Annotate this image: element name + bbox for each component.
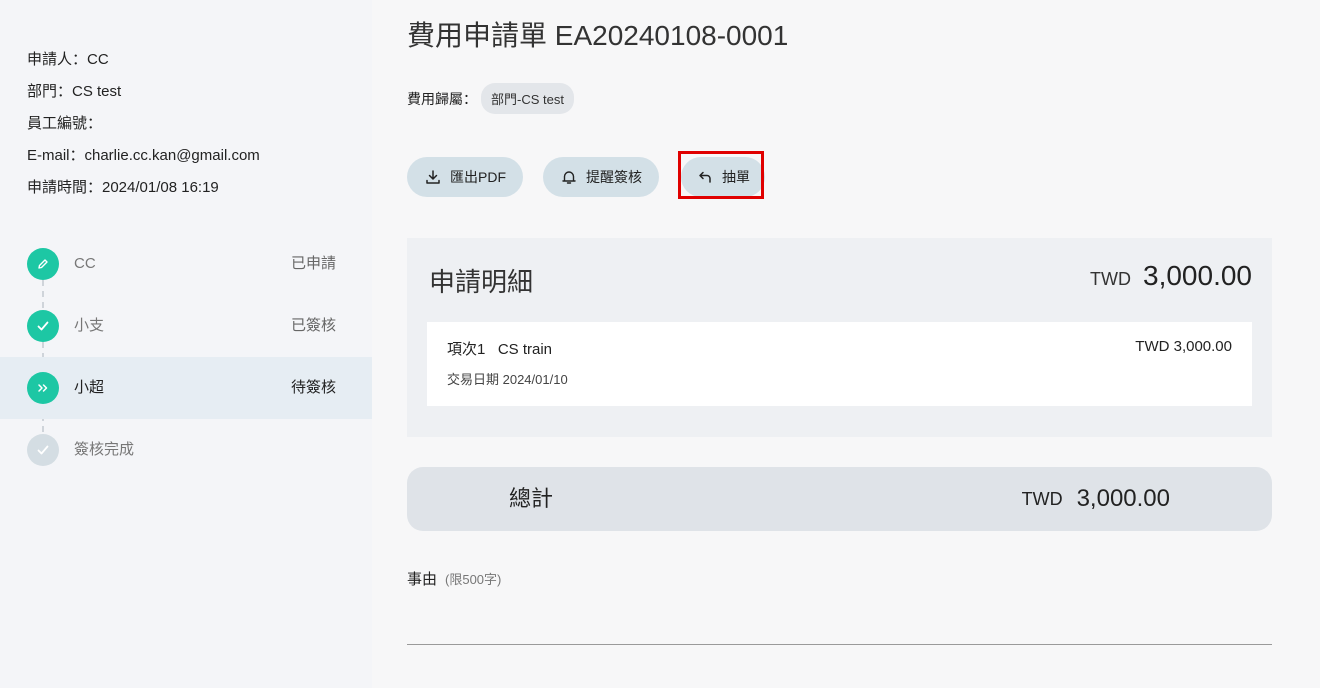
- belong-label: 費用歸屬：: [407, 90, 477, 107]
- item-date: 交易日期 2024/01/10: [447, 372, 568, 387]
- reason-label: 事由: [407, 571, 438, 588]
- detail-title: 申請明細: [429, 267, 534, 297]
- total-amount: 3,000.00: [1076, 485, 1170, 512]
- check-icon: [27, 310, 59, 342]
- detail-total: TWD 3,000.00: [1090, 260, 1252, 292]
- step-pending-current: 小超 待簽核: [0, 357, 372, 419]
- item-name: 項次1 CS train: [447, 341, 553, 358]
- total-label: 總計: [509, 486, 554, 511]
- reason-limit: (限500字): [445, 572, 502, 587]
- export-pdf-label: 匯出PDF: [450, 169, 506, 185]
- step-name: 小超: [74, 379, 105, 396]
- detail-currency: TWD: [1090, 269, 1131, 289]
- reason-field-label: 事由 (限500字): [407, 568, 501, 589]
- step-complete: 簽核完成: [0, 419, 372, 481]
- step-name: 小支: [74, 317, 105, 334]
- pencil-icon: [27, 248, 59, 280]
- step-applied: CC 已申請: [0, 233, 372, 295]
- total-value: TWD 3,000.00: [1022, 467, 1170, 531]
- step-name: 簽核完成: [74, 441, 135, 458]
- step-status: 待簽核: [290, 379, 336, 396]
- belong-chip: 部門-CS test: [481, 83, 574, 114]
- export-pdf-button[interactable]: 匯出PDF: [407, 157, 523, 197]
- applicant-employee-no: 員工編號：: [27, 115, 103, 132]
- remind-label: 提醒簽核: [586, 169, 642, 185]
- check-icon: [27, 434, 59, 466]
- step-status: 已簽核: [290, 317, 336, 334]
- total-bar: 總計 TWD 3,000.00: [407, 467, 1272, 531]
- main-content: 費用申請單 EA20240108-0001 費用歸屬： 部門-CS test 匯…: [372, 0, 1320, 688]
- expense-belong: 費用歸屬： 部門-CS test: [407, 83, 574, 114]
- step-name: CC: [74, 255, 96, 272]
- bell-icon: [560, 168, 578, 186]
- applicant-info: 申請人：CC 部門：CS test 員工編號： E-mail：charlie.c…: [27, 44, 260, 204]
- detail-item-card[interactable]: 項次1 CS train TWD 3,000.00 交易日期 2024/01/1…: [427, 322, 1252, 406]
- item-amount: TWD 3,000.00: [1135, 338, 1232, 355]
- applicant-name: 申請人：CC: [27, 51, 109, 68]
- reason-input-underline[interactable]: [407, 644, 1272, 645]
- chevrons-right-icon: [27, 372, 59, 404]
- step-status: 已申請: [290, 255, 336, 272]
- withdraw-highlight-box: [678, 151, 764, 199]
- detail-amount: 3,000.00: [1143, 260, 1252, 291]
- download-icon: [424, 168, 442, 186]
- page-title: 費用申請單 EA20240108-0001: [407, 20, 789, 51]
- step-approved: 小支 已簽核: [0, 295, 372, 357]
- applicant-time: 申請時間：2024/01/08 16:19: [27, 179, 219, 196]
- sidebar: 申請人：CC 部門：CS test 員工編號： E-mail：charlie.c…: [0, 0, 372, 688]
- application-detail-panel: 申請明細 TWD 3,000.00 項次1 CS train TWD 3,000…: [407, 238, 1272, 437]
- applicant-department: 部門：CS test: [27, 83, 122, 100]
- total-currency: TWD: [1021, 488, 1063, 509]
- remind-approval-button[interactable]: 提醒簽核: [543, 157, 659, 197]
- applicant-email: E-mail：charlie.cc.kan@gmail.com: [27, 147, 260, 164]
